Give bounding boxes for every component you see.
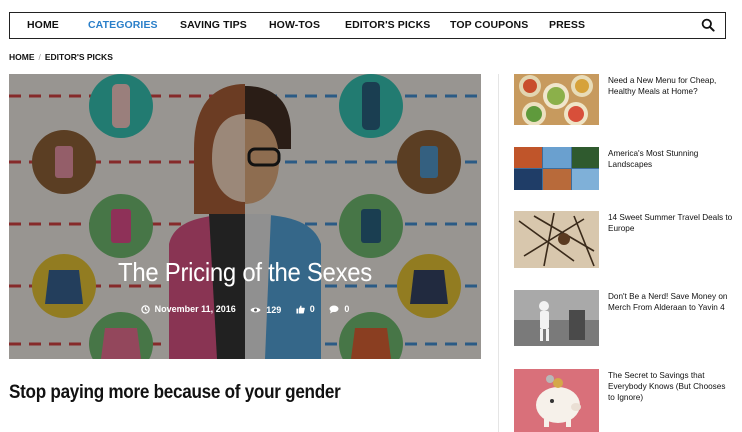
- thumbs-up-icon: [296, 305, 305, 314]
- post-date-text: November 11, 2016: [154, 304, 236, 314]
- nav-item-press[interactable]: PRESS: [549, 13, 585, 38]
- clock-icon: [140, 304, 150, 314]
- hero-featured-post[interactable]: The Pricing of the Sexes November 11, 20…: [9, 74, 481, 359]
- sidebar-post-5[interactable]: The Secret to Savings that Everybody Kno…: [514, 369, 729, 432]
- post-likes-count: 0: [309, 304, 315, 314]
- main-nav: HOME CATEGORIES SAVING TIPS HOW-TOS EDIT…: [9, 12, 726, 39]
- sidebar-post-title[interactable]: Don't Be a Nerd! Save Money on Merch Fro…: [608, 291, 733, 313]
- post-comments-count: 0: [344, 304, 350, 314]
- sidebar-divider: [498, 74, 499, 432]
- nav-item-home[interactable]: HOME: [27, 13, 59, 38]
- comments-icon: [329, 305, 339, 314]
- sidebar-post-2[interactable]: America's Most Stunning Landscapes: [514, 147, 729, 191]
- sidebar-post-thumbnail[interactable]: [514, 147, 599, 190]
- breadcrumb-separator: /: [38, 52, 41, 62]
- nav-item-top-coupons[interactable]: TOP COUPONS: [450, 13, 528, 38]
- hero-meta: November 11, 2016 129 0 0: [9, 304, 481, 316]
- nav-item-how-tos[interactable]: HOW-TOS: [269, 13, 320, 38]
- hero-title[interactable]: The Pricing of the Sexes: [28, 257, 462, 288]
- sidebar-post-1[interactable]: Need a New Menu for Cheap, Healthy Meals…: [514, 74, 729, 126]
- sidebar-post-title[interactable]: 14 Sweet Summer Travel Deals to Europe: [608, 212, 733, 234]
- article-headline[interactable]: Stop paying more because of your gender: [9, 382, 341, 404]
- sidebar-post-title[interactable]: Need a New Menu for Cheap, Healthy Meals…: [608, 75, 733, 97]
- breadcrumb-home[interactable]: HOME: [9, 52, 35, 62]
- sidebar-post-title[interactable]: America's Most Stunning Landscapes: [608, 148, 733, 170]
- sidebar-post-4[interactable]: Don't Be a Nerd! Save Money on Merch Fro…: [514, 290, 729, 347]
- post-comments[interactable]: 0: [329, 304, 349, 314]
- sidebar-post-thumbnail[interactable]: [514, 211, 599, 268]
- nav-item-categories[interactable]: CATEGORIES: [88, 13, 158, 38]
- post-date: November 11, 2016: [140, 304, 236, 314]
- hero-overlay: [9, 74, 481, 359]
- post-views: 129: [250, 305, 281, 315]
- search-icon[interactable]: [701, 18, 715, 32]
- eye-icon: [250, 307, 261, 312]
- nav-item-editors-picks[interactable]: EDITOR'S PICKS: [345, 13, 430, 38]
- breadcrumb-current: EDITOR'S PICKS: [44, 52, 113, 62]
- sidebar-post-thumbnail[interactable]: [514, 74, 599, 125]
- sidebar-post-3[interactable]: 14 Sweet Summer Travel Deals to Europe: [514, 211, 732, 269]
- post-views-count: 129: [266, 304, 282, 315]
- sidebar-post-thumbnail[interactable]: [514, 290, 599, 346]
- post-likes[interactable]: 0: [296, 304, 315, 314]
- nav-item-saving-tips[interactable]: SAVING TIPS: [180, 13, 247, 38]
- breadcrumb: HOME / EDITOR'S PICKS: [9, 52, 113, 62]
- sidebar-post-title[interactable]: The Secret to Savings that Everybody Kno…: [608, 370, 733, 403]
- sidebar-post-thumbnail[interactable]: [514, 369, 599, 432]
